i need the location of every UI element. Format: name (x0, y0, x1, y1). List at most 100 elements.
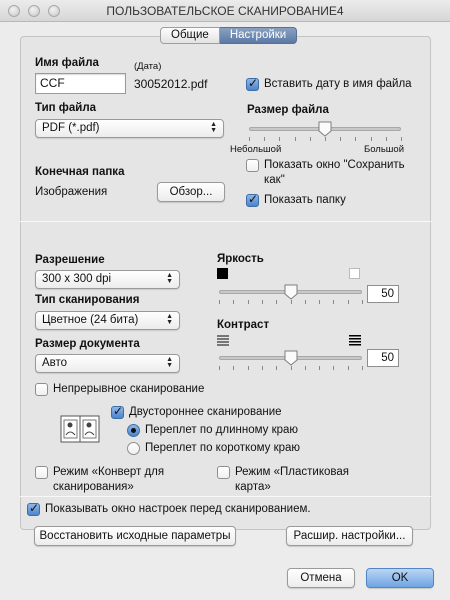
contrast-slider[interactable] (219, 350, 363, 371)
plastic-card-mode-box[interactable] (217, 466, 230, 479)
browse-button[interactable]: Обзор... (157, 182, 225, 202)
section-divider (20, 496, 431, 497)
minimize-window-button[interactable] (28, 5, 40, 17)
contrast-knob[interactable] (284, 350, 298, 366)
file-name-label: Имя файла (35, 57, 99, 69)
resolution-value: 300 x 300 dpi (42, 273, 112, 285)
slider-tick (219, 366, 220, 370)
window-title: ПОЛЬЗОВАТЕЛЬСКОЕ СКАНИРОВАНИЕ4 (106, 4, 344, 18)
popup-arrows-icon: ▲ ▼ (166, 272, 173, 285)
document-size-value: Авто (42, 357, 68, 369)
popup-arrows-icon: ▲ ▼ (166, 356, 173, 369)
show-folder-checkbox[interactable]: Показать папку (246, 192, 346, 208)
advanced-settings-button[interactable]: Расшир. настройки... (286, 526, 413, 546)
dark-swatch-icon (217, 268, 228, 279)
file-size-slider[interactable] (249, 121, 402, 142)
tab-settings[interactable]: Настройки (219, 27, 298, 44)
destination-folder-label: Конечная папка (35, 166, 125, 178)
envelope-mode-box[interactable] (35, 466, 48, 479)
insert-date-label: Вставить дату в имя файла (264, 78, 412, 90)
slider-tick (333, 366, 335, 370)
high-contrast-icon (349, 335, 361, 346)
short-edge-radio-dot[interactable] (127, 442, 140, 455)
slider-tick (304, 300, 306, 304)
file-size-label: Размер файла (247, 104, 329, 116)
file-type-label: Тип файла (35, 102, 97, 114)
long-edge-radio-dot[interactable] (127, 424, 140, 437)
slider-tick (370, 137, 372, 141)
brightness-knob[interactable] (284, 284, 298, 300)
file-type-select[interactable]: PDF (*.pdf) ▲ ▼ (35, 119, 224, 138)
insert-date-checkbox-box[interactable] (246, 76, 259, 91)
brightness-value-field[interactable]: 50 (367, 285, 399, 303)
slider-tick (319, 300, 321, 304)
slider-tick (319, 366, 321, 370)
plastic-card-mode-checkbox[interactable]: Режим «Пластиковая карта» (217, 465, 349, 495)
resolution-label: Разрешение (35, 254, 105, 266)
date-caption: (Дата) (134, 61, 162, 72)
brightness-ticks (219, 300, 363, 305)
continuous-scan-checkbox[interactable]: Непрерывное сканирование (35, 382, 204, 397)
show-folder-box[interactable] (246, 192, 259, 207)
duplex-pages-icon (60, 415, 100, 443)
slider-tick (276, 300, 278, 304)
short-edge-label: Переплет по короткому краю (145, 442, 301, 454)
tab-general[interactable]: Общие (160, 27, 220, 44)
show-settings-label: Показывать окно настроек перед сканирова… (45, 503, 311, 515)
plastic-card-mode-line2: карта» (235, 481, 271, 493)
file-name-input[interactable]: CCF (35, 73, 126, 94)
ok-button[interactable]: OK (366, 568, 434, 588)
slider-tick (247, 366, 249, 370)
duplex-scan-box[interactable] (111, 404, 124, 419)
restore-defaults-button[interactable]: Восстановить исходные параметры (34, 526, 236, 546)
slider-tick (233, 366, 235, 370)
file-size-min-label: Небольшой (230, 144, 282, 155)
duplex-scan-checkbox[interactable]: Двустороннее сканирование (111, 404, 282, 420)
contrast-value-field[interactable]: 50 (367, 349, 399, 367)
zoom-window-button[interactable] (48, 5, 60, 17)
short-edge-radio[interactable]: Переплет по короткому краю (127, 441, 300, 456)
brightness-slider[interactable] (219, 284, 363, 305)
contrast-ticks (219, 366, 363, 371)
show-settings-box[interactable] (27, 501, 40, 516)
file-size-knob[interactable] (318, 121, 332, 137)
scan-type-value: Цветное (24 бита) (42, 314, 139, 326)
duplex-scan-label: Двустороннее сканирование (129, 406, 282, 418)
slider-tick (264, 137, 266, 141)
slider-tick (362, 300, 363, 304)
slider-tick (355, 137, 357, 141)
resolution-select[interactable]: 300 x 300 dpi ▲ ▼ (35, 270, 180, 289)
slider-tick (219, 300, 220, 304)
popup-arrows-icon: ▲ ▼ (166, 313, 173, 326)
long-edge-radio[interactable]: Переплет по длинному краю (127, 423, 298, 438)
contrast-label: Контраст (217, 319, 270, 331)
document-size-select[interactable]: Авто ▲ ▼ (35, 354, 180, 373)
show-save-window-box[interactable] (246, 159, 259, 172)
show-save-window-checkbox[interactable]: Показать окно "Сохранить как" (246, 158, 405, 188)
slider-tick (340, 137, 342, 141)
slider-tick (290, 366, 292, 370)
envelope-mode-checkbox[interactable]: Режим «Конверт для сканирования» (35, 465, 164, 495)
scan-type-select[interactable]: Цветное (24 бита) ▲ ▼ (35, 311, 180, 330)
envelope-mode-line2: сканирования» (53, 481, 134, 493)
slider-tick (249, 137, 250, 141)
slider-tick (233, 300, 235, 304)
plastic-card-mode-line1: Режим «Пластиковая (235, 466, 350, 478)
file-size-ticks (249, 137, 402, 142)
slider-tick (385, 137, 387, 141)
cancel-button[interactable]: Отмена (287, 568, 355, 588)
slider-tick (309, 137, 311, 141)
close-window-button[interactable] (8, 5, 20, 17)
brightness-label: Яркость (217, 253, 264, 265)
light-swatch-icon (349, 268, 360, 279)
slider-tick (401, 137, 402, 141)
envelope-mode-label: Режим «Конверт для сканирования» (53, 465, 164, 495)
document-size-label: Размер документа (35, 338, 140, 350)
insert-date-checkbox[interactable]: Вставить дату в имя файла (246, 76, 412, 92)
continuous-scan-box[interactable] (35, 383, 48, 396)
show-save-window-label: Показать окно "Сохранить как" (264, 158, 405, 188)
slider-tick (325, 137, 326, 141)
slider-tick (347, 366, 349, 370)
show-settings-checkbox[interactable]: Показывать окно настроек перед сканирова… (27, 501, 311, 517)
slider-tick (347, 300, 349, 304)
